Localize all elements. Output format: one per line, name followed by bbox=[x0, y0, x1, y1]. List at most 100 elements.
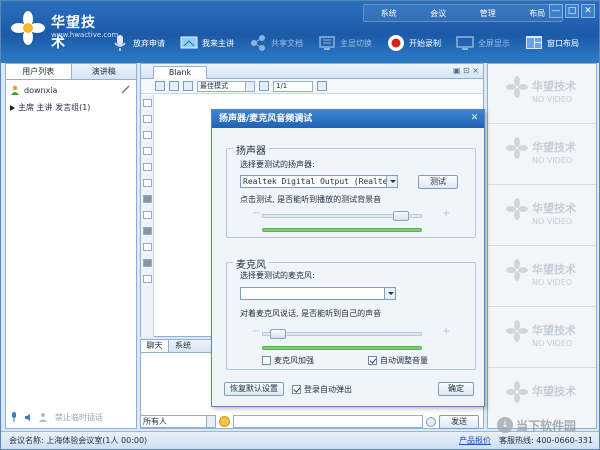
speaker-hint: 点击测试, 是否能听到播放的测试背景音 bbox=[240, 195, 382, 204]
select-tool-icon[interactable] bbox=[143, 99, 152, 107]
cancel-request-button[interactable]: 放弃申请 bbox=[107, 30, 168, 56]
restore-defaults-button[interactable]: 恢复默认设置 bbox=[224, 382, 284, 396]
line-tool-icon[interactable] bbox=[143, 163, 152, 171]
display-switch-icon bbox=[319, 36, 335, 50]
share-document-icon bbox=[251, 35, 265, 51]
send-button[interactable]: 发送 bbox=[439, 414, 479, 429]
group-label: 主席 主讲 发言组(1) bbox=[18, 103, 91, 112]
pencil-tool-icon[interactable] bbox=[143, 115, 152, 123]
meeting-info: 会议名称: 上海体验会议室(1人 00:00) bbox=[9, 436, 148, 445]
auto-popup-checkbox[interactable]: 登录自动弹出 bbox=[292, 384, 352, 395]
speaker-group[interactable]: 主席 主讲 发言组(1) bbox=[10, 102, 90, 113]
chevron-down-icon bbox=[386, 176, 397, 187]
text-icon[interactable] bbox=[183, 81, 193, 91]
minimize-button[interactable]: — bbox=[549, 4, 563, 18]
filled-rect-tool-icon[interactable] bbox=[143, 195, 152, 203]
auto-volume-checkbox[interactable]: 自动调整音量 bbox=[368, 355, 428, 366]
eraser-tool-icon[interactable] bbox=[143, 131, 152, 139]
save-icon[interactable] bbox=[155, 81, 165, 91]
user-list-panel: 用户列表 演讲稿 downxia 主席 主讲 发言组(1) 禁止临时插话 bbox=[5, 63, 137, 429]
brand-flower-icon bbox=[506, 137, 528, 159]
display-switch-button[interactable]: 主显切换 bbox=[314, 30, 375, 56]
mic-level-meter bbox=[262, 346, 422, 350]
brand-flower-icon bbox=[506, 320, 528, 342]
tab-blank[interactable]: Blank bbox=[153, 66, 207, 79]
fill-tool-icon[interactable] bbox=[143, 147, 152, 155]
pen-icon[interactable] bbox=[169, 81, 179, 91]
speaker-volume-slider[interactable] bbox=[262, 211, 422, 221]
chevron-down-icon bbox=[245, 81, 254, 91]
recipient-select[interactable]: 所有人 bbox=[140, 415, 216, 428]
menu-meeting[interactable]: 会议 bbox=[414, 8, 464, 19]
auto-popup-box[interactable] bbox=[292, 385, 301, 394]
brand-flower-icon bbox=[506, 76, 528, 98]
no-video-label: NO VIDEO bbox=[532, 217, 573, 226]
tab-chat[interactable]: 聊天 bbox=[141, 340, 169, 352]
window-layout-button[interactable]: 窗口布局 bbox=[521, 30, 582, 56]
edit-pen-icon[interactable] bbox=[121, 85, 130, 94]
mic-boost-box[interactable] bbox=[262, 356, 271, 365]
video-slot[interactable]: 华望技术 NO VIDEO bbox=[488, 247, 596, 307]
zoom-mode-select[interactable]: 最佳模式 bbox=[197, 80, 255, 92]
share-document-button[interactable]: 共享文档 bbox=[245, 30, 306, 56]
user-row[interactable]: downxia bbox=[10, 85, 130, 95]
window-layout-icon bbox=[526, 36, 542, 49]
menu-system[interactable]: 系统 bbox=[364, 8, 414, 19]
filled-rounded-rect-tool-icon[interactable] bbox=[143, 227, 152, 235]
watermark-text: 当下软件园 bbox=[516, 418, 577, 433]
dialog-title: 扬声器/麦克风音频调试 bbox=[219, 114, 313, 124]
no-interrupt-label[interactable]: 禁止临时插话 bbox=[55, 412, 103, 423]
auto-volume-box[interactable] bbox=[368, 356, 377, 365]
speaker-small-icon[interactable] bbox=[24, 413, 33, 422]
brand-flower-icon bbox=[506, 198, 528, 220]
rect-tool-icon[interactable] bbox=[143, 211, 152, 219]
clear-icon[interactable] bbox=[426, 416, 436, 427]
dialog-title-bar: 扬声器/麦克风音频调试 ✕ bbox=[212, 110, 484, 128]
present-button[interactable]: 我来主讲 bbox=[176, 30, 237, 56]
fullscreen-label: 全屏显示 bbox=[478, 38, 510, 48]
video-slot[interactable]: 华望技术 NO VIDEO bbox=[488, 125, 596, 185]
mic-volume-slider[interactable] bbox=[262, 329, 422, 339]
filled-ellipse-tool-icon[interactable] bbox=[143, 259, 152, 267]
watermark: ↓ 当下软件园 bbox=[497, 415, 600, 435]
video-slot[interactable]: 华望技术 NO VIDEO bbox=[488, 64, 596, 124]
speaker-test-button[interactable]: 测试 bbox=[418, 175, 458, 189]
mic-small-icon[interactable] bbox=[10, 412, 18, 422]
fullscreen-button[interactable]: 全屏显示 bbox=[452, 30, 513, 56]
speaker-volume-thumb[interactable] bbox=[392, 211, 409, 221]
mic-volume-plus-icon: + bbox=[442, 326, 451, 337]
maximize-button[interactable]: □ bbox=[565, 4, 579, 18]
video-slot[interactable]: 华望技术 NO VIDEO bbox=[488, 308, 596, 368]
mic-boost-checkbox[interactable]: 麦克风加强 bbox=[262, 355, 314, 366]
page-select[interactable]: 1/1 bbox=[273, 80, 313, 92]
product-price-link[interactable]: 产品报价 bbox=[459, 432, 491, 449]
ellipse-tool-icon[interactable] bbox=[143, 243, 152, 251]
prev-page-button[interactable] bbox=[259, 81, 269, 91]
ok-button[interactable]: 确定 bbox=[438, 382, 474, 396]
dialog-close-button[interactable]: ✕ bbox=[469, 113, 480, 124]
arrow-tool-icon[interactable] bbox=[143, 179, 152, 187]
tab-system[interactable]: 系统 bbox=[169, 340, 197, 352]
emoji-icon[interactable] bbox=[219, 416, 230, 427]
message-input[interactable] bbox=[233, 415, 423, 428]
header: 华望技术 www.hwactive.com 系统 会议 管理 布局 — □ ✕ … bbox=[1, 1, 599, 63]
close-window-button[interactable]: ✕ bbox=[581, 4, 595, 18]
board-window-controls[interactable]: ▣ ⊡ × bbox=[453, 66, 479, 75]
next-page-button[interactable] bbox=[317, 81, 327, 91]
mic-volume-thumb[interactable] bbox=[270, 329, 287, 339]
start-recording-button[interactable]: 开始录制 bbox=[383, 30, 444, 56]
no-video-label: NO VIDEO bbox=[532, 339, 573, 348]
speaker-select[interactable]: Realtek Digital Output (Realtek bbox=[240, 175, 398, 188]
left-tabs: 用户列表 演讲稿 bbox=[6, 64, 136, 80]
menu-manage[interactable]: 管理 bbox=[463, 8, 513, 19]
page-value: 1/1 bbox=[276, 81, 288, 90]
text-tool-icon[interactable] bbox=[143, 275, 152, 283]
tab-user-list[interactable]: 用户列表 bbox=[6, 64, 72, 79]
left-bottom-bar: 禁止临时插话 bbox=[10, 408, 134, 426]
mic-select[interactable] bbox=[240, 287, 396, 300]
video-slot[interactable]: 华望技术 NO VIDEO bbox=[488, 186, 596, 246]
tab-speech-draft[interactable]: 演讲稿 bbox=[72, 64, 137, 79]
expand-arrow-icon[interactable] bbox=[10, 104, 15, 111]
user-name: downxia bbox=[24, 85, 58, 95]
display-switch-label: 主显切换 bbox=[340, 38, 372, 48]
